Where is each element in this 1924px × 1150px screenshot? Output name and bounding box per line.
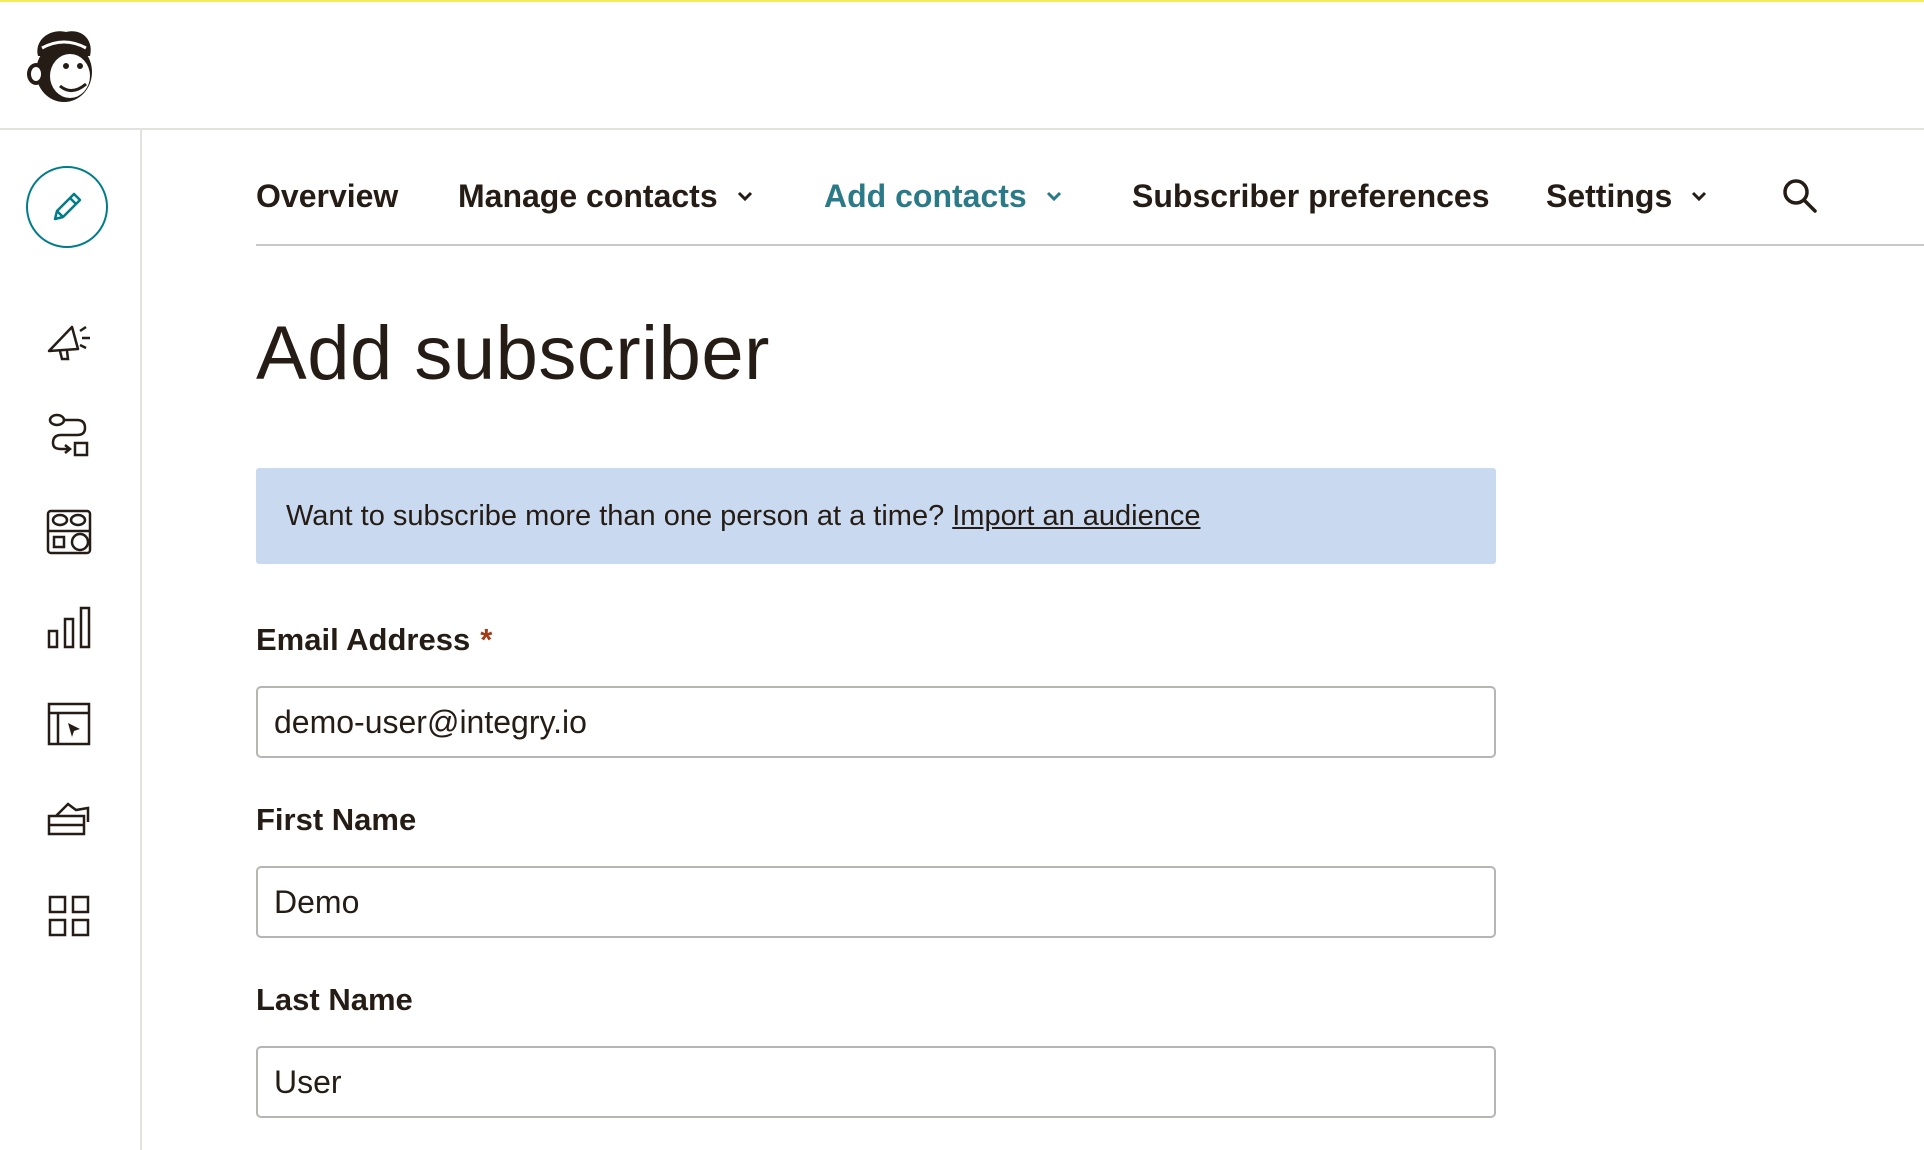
import-banner: Want to subscribe more than one person a… (256, 468, 1496, 564)
audience-people-icon (46, 509, 92, 555)
last-name-label: Last Name (256, 982, 413, 1018)
website-cursor-icon (47, 702, 91, 746)
last-name-field[interactable] (256, 1046, 1496, 1118)
email-label-text: Email Address (256, 622, 471, 657)
first-name-label: First Name (256, 802, 416, 838)
page-title: Add subscriber (256, 311, 770, 396)
pencil-icon (53, 192, 82, 221)
last-name-label-text: Last Name (256, 982, 413, 1017)
tab-manage-contacts-label: Manage contacts (458, 177, 718, 214)
search-button[interactable] (1778, 174, 1822, 218)
tab-add-contacts[interactable]: Add contacts (824, 174, 1063, 218)
automation-flow-icon (48, 413, 89, 457)
required-marker: * (480, 622, 493, 657)
tab-add-contacts-label: Add contacts (824, 177, 1027, 214)
tab-settings-label: Settings (1546, 177, 1673, 214)
audience-nav[interactable] (45, 508, 93, 556)
import-audience-link[interactable]: Import an audience (952, 500, 1200, 533)
banner-text: Want to subscribe more than one person a… (286, 499, 945, 532)
create-button[interactable] (26, 166, 108, 248)
top-bar (0, 2, 1924, 130)
tab-subscriber-preferences[interactable]: Subscriber preferences (1132, 174, 1490, 218)
content-studio-icon (47, 802, 90, 836)
chevron-down-icon (736, 190, 754, 202)
analytics-nav[interactable] (45, 604, 93, 652)
chevron-down-icon (1690, 190, 1708, 202)
grid-apps-icon (48, 895, 90, 937)
tab-subscriber-preferences-label: Subscriber preferences (1132, 177, 1490, 214)
audience-tabs: Overview Manage contacts Add contacts Su… (256, 130, 1924, 246)
first-name-field[interactable] (256, 866, 1496, 938)
bar-chart-icon (47, 606, 91, 649)
campaigns-nav[interactable] (45, 318, 93, 366)
content-nav[interactable] (45, 796, 93, 844)
website-nav[interactable] (45, 700, 93, 748)
tab-settings[interactable]: Settings (1546, 174, 1708, 218)
tab-overview[interactable]: Overview (256, 174, 398, 218)
main-content: Overview Manage contacts Add contacts Su… (256, 130, 1924, 1150)
sidebar (0, 130, 142, 1150)
email-field[interactable] (256, 686, 1496, 758)
megaphone-icon (47, 325, 90, 361)
chevron-down-icon (1045, 190, 1063, 202)
search-icon (1783, 179, 1817, 213)
tab-manage-contacts[interactable]: Manage contacts (458, 174, 754, 218)
email-label: Email Address * (256, 622, 492, 658)
automations-nav[interactable] (45, 412, 93, 460)
first-name-label-text: First Name (256, 802, 417, 837)
integrations-nav[interactable] (45, 892, 93, 940)
tab-overview-label: Overview (256, 177, 399, 214)
mailchimp-logo-icon[interactable] (24, 26, 100, 106)
